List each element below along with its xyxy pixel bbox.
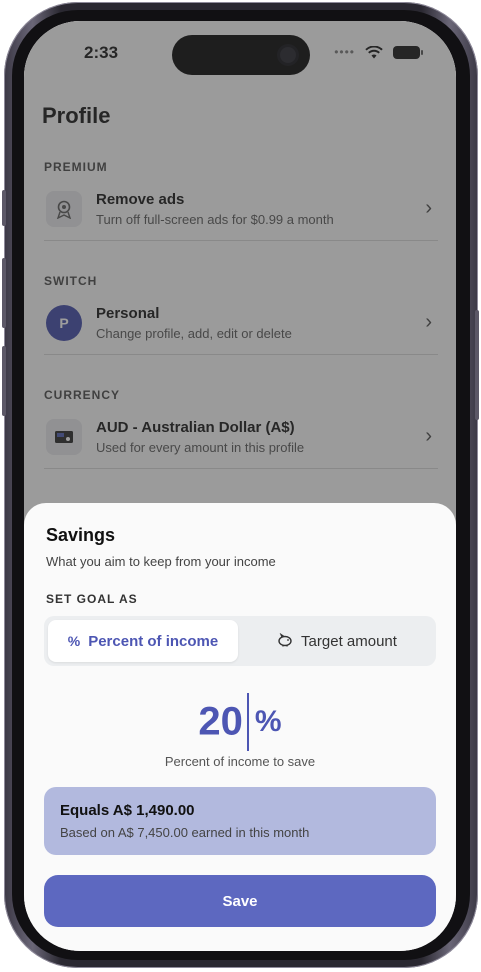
sheet-title: Savings [46,525,116,545]
value-caption: Percent of income to save [164,754,316,769]
option-label: Target amount [301,632,397,650]
percent-value: 20 [198,699,243,744]
goal-label: SET GOAL AS [46,592,138,606]
savings-sheet: Savings What you aim to keep from your i… [24,503,456,951]
equals-summary-card: Equals A$ 1,490.00 Based on A$ 7,450.00 … [44,787,436,855]
percent-of-income-option[interactable]: % Percent of income [48,620,238,662]
phone-screen: 2:33 •••• Profile PREMIUM Remove ads Tur… [24,21,456,951]
goal-type-segmented-control: % Percent of income Target amount [44,616,436,666]
action-button [2,190,6,226]
percent-icon: % [67,633,81,649]
sheet-subtitle: What you aim to keep from your income [46,554,276,569]
equals-amount: Equals A$ 1,490.00 [60,802,195,819]
option-label: Percent of income [88,632,219,650]
power-button [475,310,479,420]
save-button[interactable]: Save [44,875,436,927]
volume-down-button [2,346,6,416]
equals-basis: Based on A$ 7,450.00 earned in this mont… [60,825,310,840]
percent-symbol: % [254,705,282,738]
target-amount-option[interactable]: Target amount [242,620,432,662]
text-cursor [246,693,249,751]
percent-input[interactable]: 20% [24,693,456,751]
volume-up-button [2,258,6,328]
piggy-bank-icon [277,632,293,650]
